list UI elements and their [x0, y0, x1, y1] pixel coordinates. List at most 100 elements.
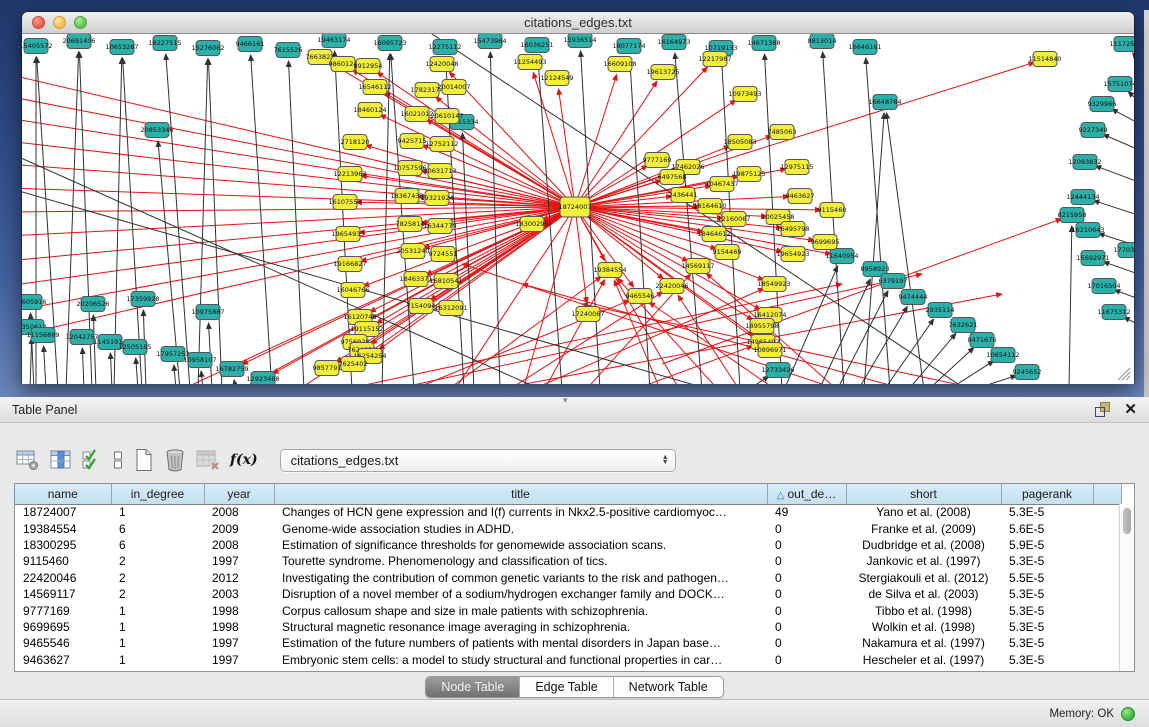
graph-node[interactable]: 10896971	[753, 343, 786, 358]
graph-node[interactable]: 9465546	[626, 289, 655, 304]
graph-node[interactable]: 12217987	[698, 52, 731, 67]
graph-edge[interactable]	[449, 72, 575, 207]
graph-edge[interactable]	[1103, 262, 1134, 276]
graph-node[interactable]: 8471676	[968, 333, 997, 348]
graph-node[interactable]: 11254493	[513, 55, 546, 70]
graph-node[interactable]: 12093832	[1068, 155, 1101, 170]
graph-node[interactable]: 16021012	[400, 107, 433, 122]
graph-node[interactable]: 9474444	[899, 290, 928, 305]
graph-node[interactable]: 18077174	[612, 39, 645, 54]
graph-edge[interactable]	[575, 81, 657, 207]
graph-node[interactable]: 18164610	[693, 199, 726, 214]
graph-node[interactable]: 17359928	[126, 292, 159, 307]
graph-node[interactable]: 18463371	[399, 272, 432, 287]
graph-node[interactable]: 20853346	[140, 123, 173, 138]
node-table[interactable]: namein_degreeyeartitle△out_de…shortpager…	[14, 483, 1135, 672]
graph-node[interactable]: 19654923	[776, 247, 809, 262]
table-row[interactable]: 946554611997Estimation of the future num…	[15, 635, 1121, 651]
graph-node[interactable]: 17240067	[571, 307, 604, 322]
graph-node[interactable]: 9463627	[786, 189, 815, 204]
table-row[interactable]: 977716911998Corpus callosum shape and si…	[15, 602, 1121, 618]
graph-node[interactable]: 7485063	[768, 125, 797, 140]
graph-node[interactable]: 19463174	[317, 34, 350, 48]
splitter-handle[interactable]: ▾	[563, 395, 568, 406]
graph-edge[interactable]	[1069, 226, 1072, 384]
clear-selection-icon[interactable]	[112, 449, 124, 471]
graph-node[interactable]: 16095723	[373, 36, 406, 51]
graph-node[interactable]: 19384554	[593, 263, 626, 278]
graph-node[interactable]: 18464612	[697, 227, 730, 242]
graph-node[interactable]: 11156889	[26, 328, 59, 343]
graph-edge[interactable]	[22, 164, 575, 207]
graph-node[interactable]: 12420048	[425, 57, 458, 72]
graph-edge[interactable]	[198, 59, 208, 384]
graph-node[interactable]: 20206526	[76, 297, 109, 312]
graph-node[interactable]: 11514840	[1028, 52, 1061, 67]
graph-edge[interactable]	[533, 73, 575, 207]
graph-edge[interactable]	[864, 113, 884, 384]
graph-node[interactable]: 10654112	[986, 348, 1019, 363]
graph-node[interactable]: 18955798	[745, 319, 778, 334]
table-settings-icon[interactable]	[16, 449, 40, 471]
network-canvas[interactable]: 1872400715405572206914061065328718227515…	[22, 34, 1134, 384]
graph-node[interactable]: 7615526	[274, 43, 303, 58]
graph-edge[interactable]	[1103, 134, 1134, 152]
float-window-icon[interactable]	[1095, 402, 1110, 417]
network-view-window[interactable]: citations_edges.txt 18724007154055722069…	[22, 12, 1134, 383]
graph-node[interactable]: 20014007	[437, 80, 470, 95]
graph-node[interactable]: 9425715	[398, 134, 427, 149]
graph-edge[interactable]	[1093, 200, 1134, 217]
graph-edge[interactable]	[201, 371, 203, 384]
table-row[interactable]: 969969511998Structural magnetic resonanc…	[15, 619, 1121, 635]
graph-node[interactable]: 9115460	[818, 203, 847, 218]
graph-node[interactable]: 18227515	[148, 36, 181, 51]
table-row[interactable]: 1830029562008Estimation of significance …	[15, 537, 1121, 553]
new-document-icon[interactable]	[134, 448, 154, 472]
graph-node[interactable]: 14569117	[681, 259, 714, 274]
graph-node[interactable]: 16648784	[868, 95, 901, 110]
graph-node[interactable]: 8215958	[1058, 208, 1087, 223]
graph-node[interactable]: 2935114	[926, 303, 955, 318]
graph-node[interactable]: 16107554	[328, 195, 361, 210]
table-row[interactable]: 1456911722003Disruption of a novel membe…	[15, 586, 1121, 602]
resize-grip[interactable]	[1118, 368, 1130, 380]
graph-node[interactable]: 17703541	[1113, 243, 1134, 258]
graph-node[interactable]: 7825814	[396, 217, 425, 232]
graph-node[interactable]: 11172544	[1109, 37, 1134, 52]
graph-edge[interactable]	[972, 375, 1017, 384]
graph-edge[interactable]	[166, 54, 190, 384]
graph-node[interactable]: 18505083	[723, 135, 756, 150]
graph-node[interactable]: 12975115	[780, 160, 813, 175]
graph-node[interactable]: 16810541	[429, 274, 462, 289]
table-row[interactable]: 1872400712008Changes of HCN gene express…	[15, 504, 1121, 520]
graph-node[interactable]: 16164973	[657, 35, 690, 50]
delete-trash-icon[interactable]	[164, 448, 186, 472]
graph-node[interactable]: 16609108	[603, 57, 636, 72]
graph-node[interactable]: 17016504	[1087, 279, 1120, 294]
graph-edge[interactable]	[622, 346, 753, 384]
graph-node[interactable]: 8813014	[808, 34, 837, 49]
graph-node[interactable]: 8912954	[354, 59, 383, 74]
column-header-pagerank[interactable]: pagerank	[1001, 484, 1093, 504]
graph-node[interactable]: 15473964	[473, 34, 506, 49]
graph-node[interactable]: 10958107	[183, 353, 216, 368]
network-window-titlebar[interactable]: citations_edges.txt	[22, 12, 1134, 34]
graph-edge[interactable]	[174, 365, 176, 384]
graph-edge[interactable]	[44, 346, 46, 384]
graph-node[interactable]: 19613725	[646, 65, 679, 80]
graph-edge[interactable]	[30, 338, 32, 384]
graph-node[interactable]: 15751074	[1103, 77, 1134, 92]
graph-node[interactable]: 20691406	[62, 34, 95, 49]
graph-node[interactable]: 26605916	[22, 295, 47, 310]
graph-edge[interactable]	[559, 89, 575, 207]
graph-edge[interactable]	[928, 347, 974, 384]
graph-node[interactable]: 9699695	[811, 235, 840, 250]
graph-node[interactable]: 20531240	[396, 244, 429, 259]
graph-node[interactable]: 20610147	[430, 109, 463, 124]
graph-node[interactable]: 9245652	[1013, 365, 1042, 380]
graph-node[interactable]: 2718120	[341, 135, 370, 150]
table-selector-dropdown[interactable]: citations_edges.txt ▲▼	[280, 449, 676, 472]
tab-network-table[interactable]: Network Table	[613, 677, 723, 697]
graph-node[interactable]: 12733426	[761, 363, 794, 378]
tab-edge-table[interactable]: Edge Table	[519, 677, 612, 697]
